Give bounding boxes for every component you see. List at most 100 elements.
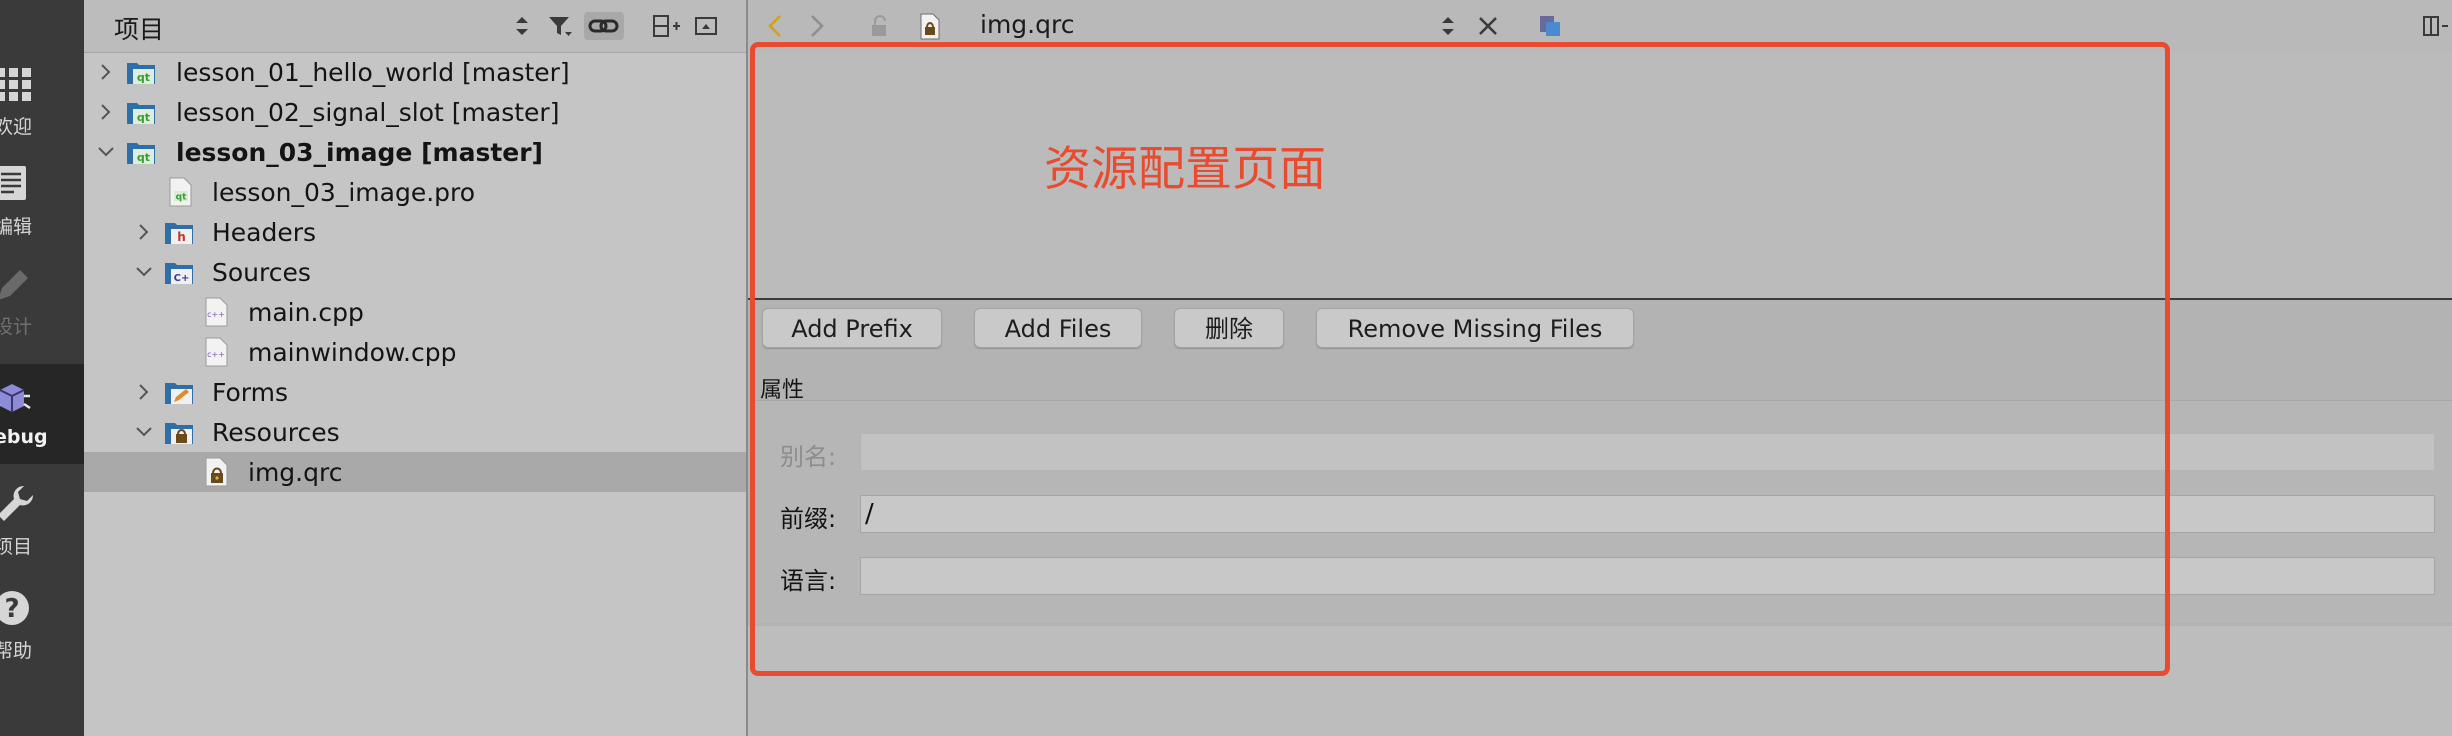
tree-item-project[interactable]: qt lesson_03_image [master] (84, 132, 746, 172)
back-arrow-icon[interactable] (762, 12, 790, 40)
editor-empty-area (748, 626, 2452, 736)
chevron-right-icon[interactable] (134, 222, 154, 242)
svg-text:h: h (177, 230, 186, 244)
resource-editor: img.qrc 资源配置页面 Add Prefix Add Files 删除 R… (748, 0, 2452, 736)
delete-button[interactable]: 删除 (1174, 308, 1284, 348)
link-icon (588, 19, 619, 33)
mode-design[interactable]: 设计 (0, 250, 84, 350)
qt-project-folder-icon: qt (127, 63, 155, 84)
updown-selector-icon[interactable] (1434, 12, 1462, 40)
chevron-right-icon[interactable] (96, 102, 116, 122)
tree-item-label: Resources (212, 418, 340, 447)
mode-label: 编辑 (0, 216, 33, 238)
forward-arrow-icon[interactable] (802, 12, 830, 40)
split-add-icon[interactable] (652, 12, 680, 40)
sync-link-button[interactable] (584, 12, 624, 40)
chevron-down-icon[interactable] (134, 422, 154, 442)
svg-text:qt: qt (137, 111, 150, 124)
chevron-right-icon[interactable] (96, 62, 116, 82)
language-label: 语言: (780, 567, 837, 595)
mode-edit[interactable]: 编辑 (0, 150, 84, 250)
tree-item-label: Forms (212, 378, 289, 407)
alias-label: 别名: (780, 443, 837, 471)
close-pane-icon[interactable] (692, 12, 720, 40)
tree-item-file[interactable]: c++ mainwindow.cpp (84, 332, 746, 372)
svg-text:c++: c++ (207, 310, 225, 319)
bug-icon (0, 384, 31, 412)
tree-item-folder[interactable]: C+ Sources (84, 252, 746, 292)
sources-folder-icon: C+ (165, 263, 193, 284)
remove-missing-files-button[interactable]: Remove Missing Files (1316, 308, 1634, 348)
qrc-file-icon (205, 457, 228, 487)
svg-text:c++: c++ (207, 350, 225, 359)
cpp-file-icon: c++ (205, 337, 228, 367)
wrench-icon (0, 485, 34, 521)
split-editor-icon[interactable] (2420, 12, 2448, 40)
project-panel: 项目 qt lesson_01_hello_world [master] qt … (84, 0, 746, 736)
cpp-file-icon: c++ (205, 297, 228, 327)
mode-label: 项目 (0, 536, 33, 558)
bookmark-icon[interactable] (1536, 12, 1564, 40)
mode-welcome[interactable]: 欢迎 (0, 50, 84, 150)
help-icon: ? (0, 591, 29, 625)
chevron-right-icon[interactable] (134, 382, 154, 402)
close-document-icon[interactable] (1474, 12, 1502, 40)
updown-selector-icon[interactable] (508, 12, 536, 40)
qrc-file-icon (920, 13, 940, 40)
mode-bar: 欢迎 编辑 设计 ebug 项目 ? 帮助 (0, 0, 84, 736)
svg-text:qt: qt (137, 71, 150, 84)
add-files-button[interactable]: Add Files (974, 308, 1142, 348)
forms-folder-icon (165, 383, 193, 404)
tree-item-label: lesson_03_image [master] (176, 138, 543, 167)
annotation-label: 资源配置页面 (1044, 142, 1326, 197)
qt-project-folder-icon: qt (127, 143, 155, 164)
tree-item-label: img.qrc (248, 458, 343, 487)
tree-item-file[interactable]: c++ main.cpp (84, 292, 746, 332)
chevron-down-icon[interactable] (134, 262, 154, 282)
grid-icon (0, 68, 31, 101)
project-panel-title: 项目 (114, 15, 165, 44)
properties-group: 别名: 前缀: 语言: (752, 400, 2452, 623)
language-field[interactable] (860, 557, 2435, 595)
mode-label: 设计 (0, 316, 33, 338)
edit-document-icon (0, 166, 26, 200)
pro-file-icon: qt (169, 177, 192, 207)
tree-item-label: main.cpp (248, 298, 364, 327)
document-name[interactable]: img.qrc (980, 10, 1074, 39)
tree-item-file[interactable]: qt lesson_03_image.pro (84, 172, 746, 212)
alias-field[interactable] (860, 433, 2435, 471)
tree-item-file[interactable]: img.qrc (84, 452, 746, 492)
mode-debug[interactable]: ebug (0, 364, 84, 464)
prefix-label: 前缀: (780, 505, 837, 533)
svg-text:?: ? (4, 594, 19, 624)
tree-item-label: mainwindow.cpp (248, 338, 457, 367)
svg-text:C+: C+ (174, 273, 190, 284)
project-toolbar: 项目 (84, 0, 746, 53)
mode-projects[interactable]: 项目 (0, 470, 84, 570)
tree-item-folder[interactable]: Forms (84, 372, 746, 412)
tree-item-folder[interactable]: h Headers (84, 212, 746, 252)
add-prefix-button[interactable]: Add Prefix (762, 308, 942, 348)
mode-label: ebug (0, 426, 48, 448)
qt-project-folder-icon: qt (127, 103, 155, 124)
resources-folder-icon (165, 423, 193, 444)
pencil-icon (0, 270, 28, 300)
tree-item-label: lesson_03_image.pro (212, 178, 476, 207)
tree-item-label: Sources (212, 258, 311, 287)
filter-icon[interactable] (546, 12, 574, 40)
tree-item-project[interactable]: qt lesson_01_hello_world [master] (84, 52, 746, 92)
tree-item-label: lesson_02_signal_slot [master] (176, 98, 560, 127)
prefix-field[interactable] (860, 495, 2435, 533)
svg-text:qt: qt (137, 151, 150, 164)
resource-tree-view[interactable] (748, 52, 2452, 300)
tree-item-folder[interactable]: Resources (84, 412, 746, 452)
editor-toolbar: img.qrc (748, 0, 2452, 53)
mode-label: 欢迎 (0, 116, 33, 138)
mode-help[interactable]: ? 帮助 (0, 574, 84, 674)
tree-item-project[interactable]: qt lesson_02_signal_slot [master] (84, 92, 746, 132)
tree-item-label: Headers (212, 218, 317, 247)
lock-icon[interactable] (866, 12, 894, 40)
chevron-down-icon[interactable] (96, 142, 116, 162)
tree-item-label: lesson_01_hello_world [master] (176, 58, 570, 87)
svg-text:qt: qt (176, 193, 187, 203)
